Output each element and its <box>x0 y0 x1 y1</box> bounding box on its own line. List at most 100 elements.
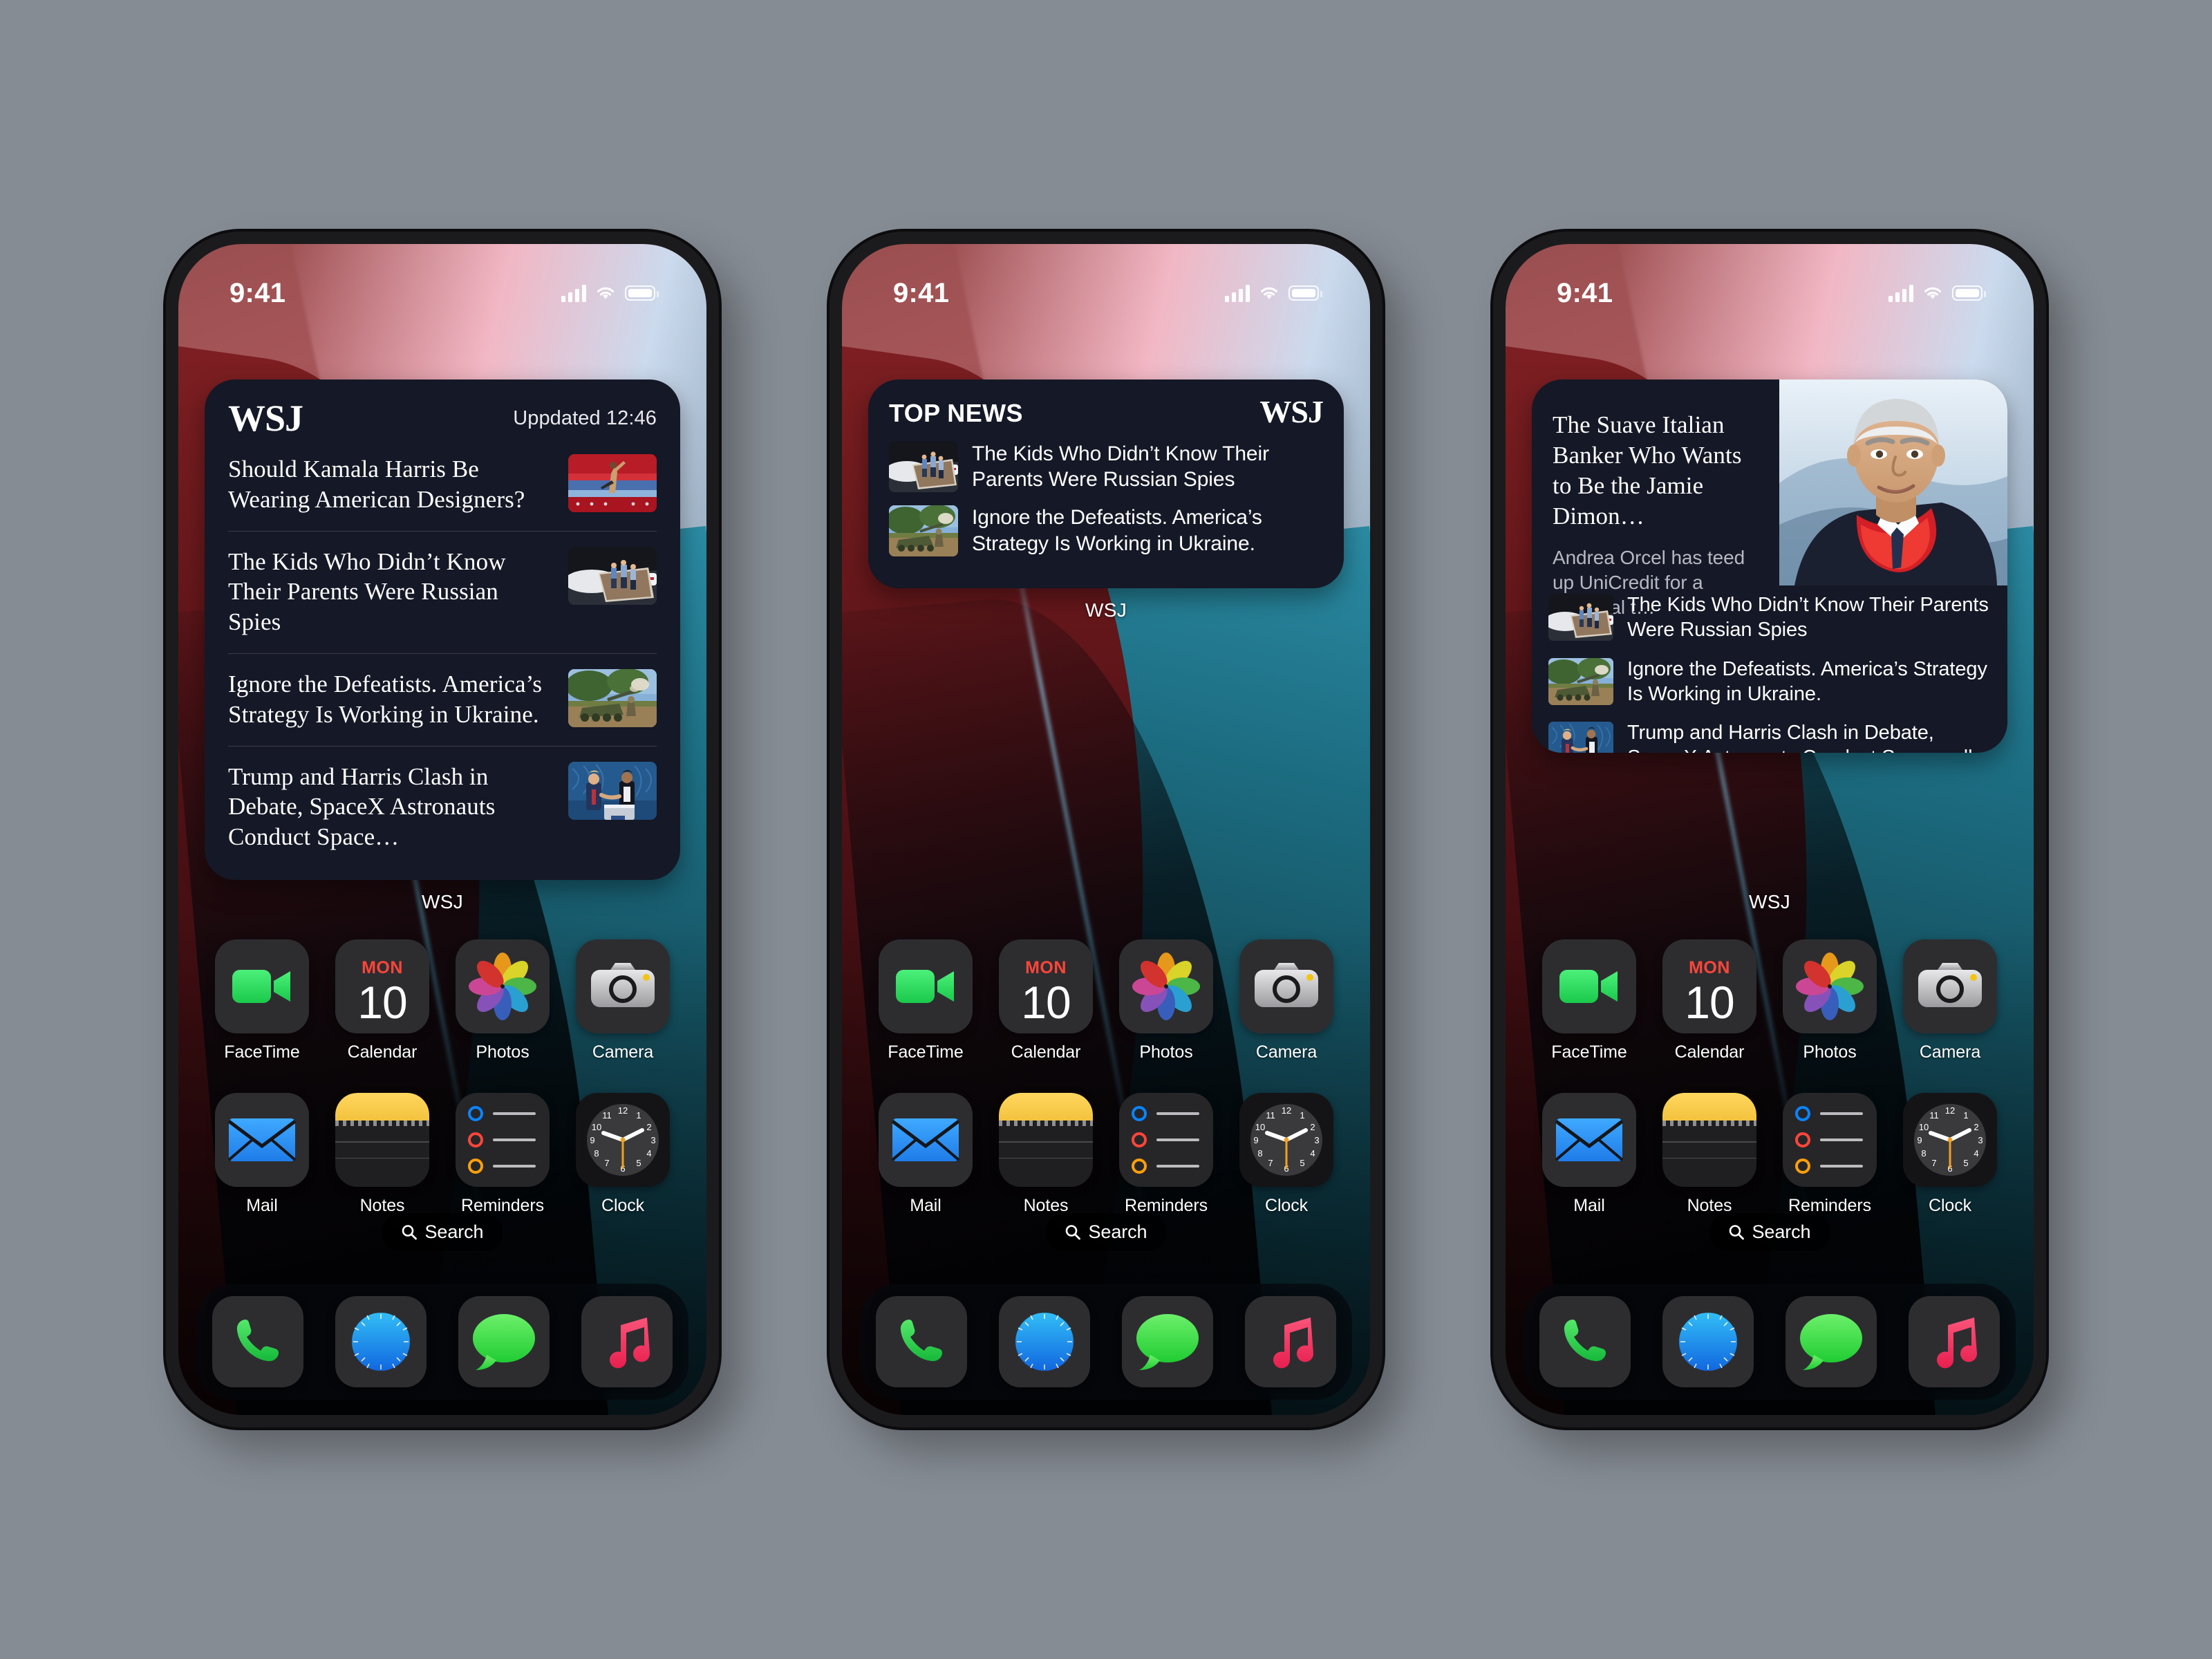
dock <box>860 1284 1352 1400</box>
app-reminders[interactable]: Reminders <box>1114 1093 1218 1216</box>
svg-text:5: 5 <box>1300 1158 1304 1168</box>
app-facetime[interactable]: FaceTime <box>874 939 977 1062</box>
cellular-bars-icon <box>1225 284 1250 302</box>
app-reminders[interactable]: Reminders <box>1778 1093 1882 1216</box>
svg-text:3: 3 <box>650 1135 655 1145</box>
music-note-icon[interactable] <box>1245 1296 1336 1387</box>
widget-footer-label: WSJ <box>421 891 463 912</box>
feature-headline: The Suave Italian Banker Who Wants to Be… <box>1553 411 1742 530</box>
messages-bubble-icon[interactable] <box>1122 1296 1213 1387</box>
phone-small-widget: 9:41 TOP NEWS WSJ The Kids Who Didn’t Kn… <box>830 232 1382 1427</box>
svg-text:1: 1 <box>1963 1110 1968 1121</box>
article-row[interactable]: The Kids Who Didn’t Know Their Parents W… <box>228 531 657 653</box>
app-clock[interactable]: 1212 345 678 91011 Cl <box>571 1093 675 1216</box>
app-row: Mail Notes Reminders 12 1 2 3 4 5 7 8 9 … <box>1537 1093 2002 1216</box>
phone-icon[interactable] <box>212 1296 303 1387</box>
article-title: The Kids Who Didn’t Know Their Parents W… <box>1627 594 1989 641</box>
debate-thumb <box>568 762 657 820</box>
family-airstairs-thumb <box>889 441 958 493</box>
clock-icon: 1212 345 678 91011 <box>1903 1093 1997 1187</box>
svg-text:7: 7 <box>1268 1158 1273 1168</box>
family-airstairs-thumb <box>1548 594 1613 641</box>
article-title: The Kids Who Didn’t Know Their Parents W… <box>228 548 506 635</box>
facetime-icon <box>879 939 973 1033</box>
app-facetime[interactable]: FaceTime <box>1537 939 1641 1062</box>
app-label: FaceTime <box>888 1042 964 1062</box>
wsj-feature-widget[interactable]: The Suave Italian Banker Who Wants to Be… <box>1532 379 2007 753</box>
artillery-thumb <box>568 669 657 728</box>
app-mail[interactable]: Mail <box>1537 1093 1641 1216</box>
app-camera[interactable]: Camera <box>1898 939 2002 1062</box>
app-label: FaceTime <box>1551 1042 1627 1062</box>
app-calendar[interactable]: MON 10 Calendar <box>1658 939 1761 1062</box>
svg-text:7: 7 <box>1931 1158 1936 1168</box>
app-calendar[interactable]: MON 10 Calendar <box>330 939 434 1062</box>
wsj-topnews-widget[interactable]: TOP NEWS WSJ The Kids Who Didn’t Know Th… <box>868 379 1344 588</box>
app-notes[interactable]: Notes <box>994 1093 1098 1216</box>
reminders-icon <box>1119 1093 1213 1187</box>
svg-text:11: 11 <box>1929 1110 1939 1121</box>
feature-block[interactable]: The Suave Italian Banker Who Wants to Be… <box>1532 379 2007 618</box>
svg-text:2: 2 <box>646 1122 651 1132</box>
music-note-icon[interactable] <box>1909 1296 2000 1387</box>
status-time: 9:41 <box>229 277 286 308</box>
music-note-icon[interactable] <box>581 1296 673 1387</box>
safari-compass-icon[interactable] <box>335 1296 427 1387</box>
app-label: Photos <box>1803 1042 1857 1062</box>
notes-icon <box>1662 1093 1756 1187</box>
svg-text:12: 12 <box>1282 1105 1291 1116</box>
app-reminders[interactable]: Reminders <box>451 1093 554 1216</box>
kamala-rally-thumb <box>568 454 657 513</box>
article-row[interactable]: Trump and Harris Clash in Debate, SpaceX… <box>228 746 657 868</box>
svg-text:2: 2 <box>1974 1122 1978 1132</box>
app-mail[interactable]: Mail <box>874 1093 977 1216</box>
app-photos[interactable]: Photos <box>451 939 554 1062</box>
app-camera[interactable]: Camera <box>1235 939 1338 1062</box>
app-notes[interactable]: Notes <box>1658 1093 1761 1216</box>
messages-bubble-icon[interactable] <box>458 1296 550 1387</box>
search-pill[interactable]: Search <box>1045 1213 1167 1251</box>
phone-icon[interactable] <box>876 1296 967 1387</box>
app-clock[interactable]: 1212 345 678 91011 Cl <box>1235 1093 1338 1216</box>
app-photos[interactable]: Photos <box>1114 939 1218 1062</box>
calendar-icon: MON 10 <box>1662 939 1756 1033</box>
app-photos[interactable]: Photos <box>1778 939 1882 1062</box>
article-row[interactable]: Ignore the Defeatists. America’s Strateg… <box>1548 650 1989 714</box>
status-bar: 9:41 <box>178 244 706 330</box>
calendar-icon: MON 10 <box>335 939 429 1033</box>
search-pill[interactable]: Search <box>382 1213 503 1251</box>
safari-compass-icon[interactable] <box>1662 1296 1754 1387</box>
calendar-day: 10 <box>1685 976 1734 1028</box>
article-row[interactable]: Ignore the Defeatists. America’s Strateg… <box>889 498 1323 562</box>
article-row[interactable]: Should Kamala Harris Be Wearing American… <box>228 450 657 531</box>
wsj-large-widget[interactable]: WSJ Uppdated 12:46 Should Kamala Harris … <box>205 379 680 880</box>
app-camera[interactable]: Camera <box>571 939 675 1062</box>
svg-text:1: 1 <box>1300 1110 1304 1121</box>
app-notes[interactable]: Notes <box>330 1093 434 1216</box>
app-label: Camera <box>1255 1042 1318 1062</box>
messages-bubble-icon[interactable] <box>1785 1296 1877 1387</box>
app-mail[interactable]: Mail <box>210 1093 314 1216</box>
app-clock[interactable]: 1212 345 678 91011 Cl <box>1898 1093 2002 1216</box>
clock-icon: 1212 345 678 91011 <box>1239 1093 1333 1187</box>
app-label: Calendar <box>347 1042 418 1062</box>
article-title: Should Kamala Harris Be Wearing American… <box>228 456 525 513</box>
widget-footer-label: WSJ <box>1748 891 1790 912</box>
phone-icon[interactable] <box>1539 1296 1631 1387</box>
app-facetime[interactable]: FaceTime <box>210 939 314 1062</box>
article-row[interactable]: Trump and Harris Clash in Debate, SpaceX… <box>1548 713 1989 753</box>
phone-feature-widget: 9:41 The Suave Italian Banker Who Wants … <box>1493 232 2046 1427</box>
article-row[interactable]: The Kids Who Didn’t Know Their Parents W… <box>889 435 1323 498</box>
calendar-weekday: MON <box>1025 957 1067 977</box>
app-row: FaceTime MON 10 Calendar Photos Camera <box>874 939 1338 1062</box>
svg-text:4: 4 <box>1974 1148 1978 1159</box>
app-calendar[interactable]: MON 10 Calendar <box>994 939 1098 1062</box>
svg-text:7: 7 <box>604 1158 609 1168</box>
search-pill[interactable]: Search <box>1709 1213 1830 1251</box>
svg-text:3: 3 <box>1978 1135 1983 1145</box>
mail-icon <box>1542 1093 1636 1187</box>
article-row[interactable]: Ignore the Defeatists. America’s Strateg… <box>228 653 657 746</box>
app-label: Photos <box>1139 1042 1193 1062</box>
safari-compass-icon[interactable] <box>999 1296 1090 1387</box>
app-label: Clock <box>1264 1196 1308 1215</box>
